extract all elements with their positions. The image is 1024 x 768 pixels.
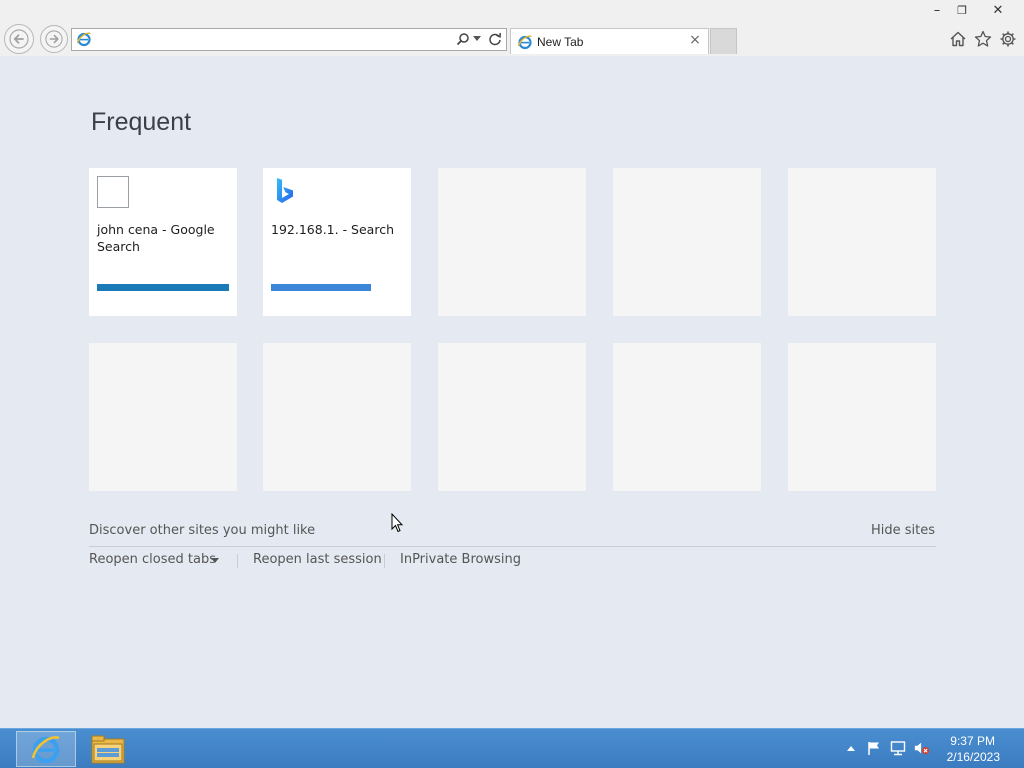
tab-new-tab[interactable]: New Tab ×	[510, 28, 709, 54]
inprivate-browsing-link[interactable]: InPrivate Browsing	[400, 552, 521, 567]
taskbar-file-explorer[interactable]	[84, 731, 132, 767]
bing-icon	[271, 176, 303, 208]
volume-button[interactable]	[914, 740, 930, 756]
tab-close-button[interactable]: ×	[688, 32, 702, 48]
clock-date[interactable]: 2/16/2023	[947, 750, 1000, 764]
close-icon: ×	[689, 32, 701, 48]
tile-color-bar	[271, 284, 371, 291]
ie-icon	[31, 736, 60, 764]
restore-button[interactable]: ❐	[947, 0, 977, 20]
home-button[interactable]	[948, 29, 968, 49]
chevron-down-icon[interactable]	[472, 31, 482, 47]
hide-sites-link[interactable]: Hide sites	[871, 523, 935, 538]
taskbar: 9:37 PM 2/16/2023	[0, 728, 1024, 768]
empty-tile	[788, 343, 936, 491]
home-icon	[950, 31, 966, 47]
empty-tile	[613, 168, 761, 316]
tab-title: New Tab	[537, 35, 584, 49]
page-title: Frequent	[91, 108, 192, 136]
ie-icon	[517, 34, 533, 50]
new-tab-button[interactable]	[710, 28, 737, 54]
back-button[interactable]	[4, 24, 34, 54]
network-icon	[890, 741, 906, 756]
tile-label: 192.168.1. - Search	[271, 222, 394, 237]
empty-tile	[89, 343, 237, 491]
magnifier-icon[interactable]	[455, 31, 471, 47]
chevron-down-icon[interactable]	[211, 558, 219, 563]
ie-icon	[76, 31, 92, 47]
empty-tile	[263, 343, 411, 491]
tools-button[interactable]	[998, 29, 1018, 49]
restore-icon: ❐	[957, 3, 967, 17]
empty-tile	[438, 168, 586, 316]
reopen-last-session-link[interactable]: Reopen last session	[253, 552, 382, 567]
browser-chrome: – ❐ ✕ New Tab ×	[0, 0, 1024, 56]
show-hidden-icons-icon	[847, 746, 855, 751]
forward-arrow-icon	[45, 30, 63, 48]
favorites-button[interactable]	[973, 29, 993, 49]
frequent-tile[interactable]: john cena - Google Search	[89, 168, 237, 316]
reopen-closed-tabs-link[interactable]: Reopen closed tabs	[89, 552, 216, 567]
taskbar-internet-explorer[interactable]	[16, 731, 76, 767]
separator	[384, 554, 385, 568]
empty-tile	[613, 343, 761, 491]
mouse-cursor-icon	[391, 513, 403, 533]
action-center-flag-icon	[868, 742, 879, 755]
empty-tile	[438, 343, 586, 491]
file-explorer-icon	[91, 735, 125, 764]
volume-muted-icon	[914, 742, 930, 755]
gear-icon	[1000, 31, 1016, 47]
show-hidden-icons-button[interactable]	[843, 740, 859, 756]
star-icon	[974, 30, 992, 47]
blank-favicon-icon	[97, 176, 129, 208]
action-center-button[interactable]	[866, 740, 882, 756]
back-arrow-icon	[9, 29, 29, 49]
forward-button[interactable]	[40, 25, 68, 53]
divider	[89, 546, 936, 547]
close-window-button[interactable]: ✕	[983, 0, 1013, 20]
separator	[237, 554, 238, 568]
frequent-tile[interactable]: 192.168.1. - Search	[263, 168, 411, 316]
clock-time[interactable]: 9:37 PM	[950, 734, 995, 748]
tile-label: john cena - Google Search	[97, 222, 215, 254]
address-bar[interactable]	[71, 28, 507, 51]
refresh-icon[interactable]	[487, 31, 503, 47]
discover-sites-link[interactable]: Discover other sites you might like	[89, 523, 315, 538]
tile-color-bar	[97, 284, 229, 291]
empty-tile	[788, 168, 936, 316]
minimize-icon: –	[933, 2, 941, 18]
network-button[interactable]	[890, 740, 906, 756]
close-icon: ✕	[992, 2, 1004, 18]
